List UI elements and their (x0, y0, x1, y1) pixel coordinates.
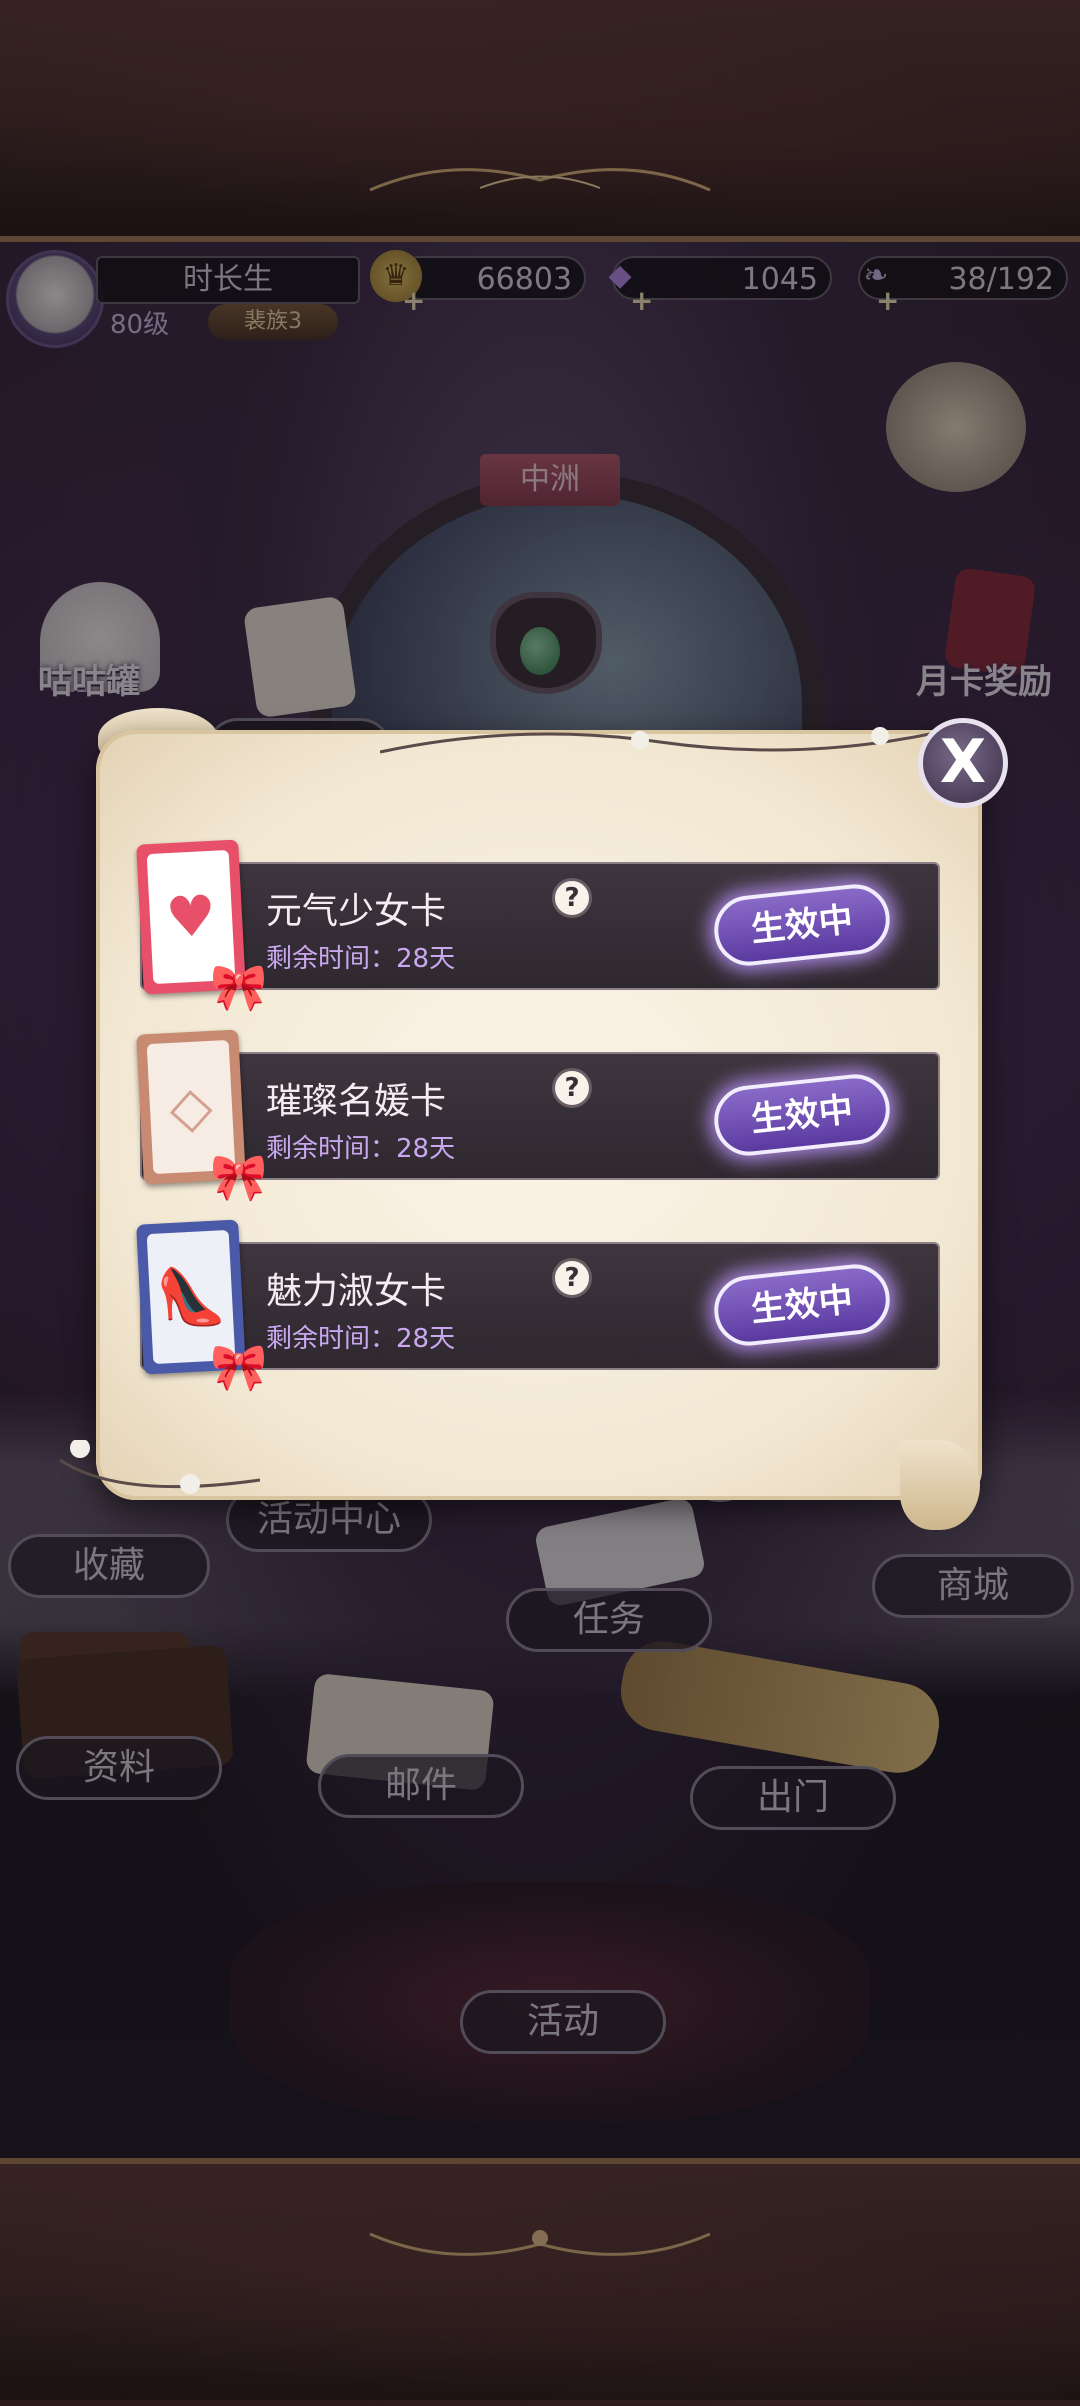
help-button[interactable]: ? (552, 878, 592, 918)
help-button[interactable]: ? (552, 1068, 592, 1108)
card-remaining: 剩余时间：28天 (266, 1134, 456, 1164)
active-status-button[interactable]: 生效中 (710, 1260, 894, 1350)
bow-icon: 🎀 (210, 1340, 268, 1394)
scroll-curl (900, 1440, 980, 1530)
card-remaining: 剩余时间：28天 (266, 944, 456, 974)
active-status-button[interactable]: 生效中 (710, 1070, 894, 1160)
bow-icon: 🎀 (210, 1150, 268, 1204)
card-row-0: ♥ 🎀 元气少女卡 剩余时间：28天 ? 生效中 (136, 839, 940, 1014)
active-status-button[interactable]: 生效中 (710, 880, 894, 970)
bow-icon: 🎀 (210, 960, 268, 1014)
card-name: 元气少女卡 (266, 891, 447, 932)
card-row-1: ◇ 🎀 璀璨名媛卡 剩余时间：28天 ? 生效中 (136, 1029, 940, 1204)
vine-decoration-icon (60, 1440, 260, 1494)
card-name: 魅力淑女卡 (266, 1271, 447, 1312)
card-remaining: 剩余时间：28天 (266, 1324, 456, 1354)
card-row-2: 👠 🎀 魅力淑女卡 剩余时间：28天 ? 生效中 (136, 1219, 940, 1394)
close-button[interactable]: X (918, 718, 1008, 808)
card-name: 璀璨名媛卡 (266, 1081, 447, 1122)
vine-decoration-icon (380, 727, 940, 754)
help-button[interactable]: ? (552, 1258, 592, 1298)
